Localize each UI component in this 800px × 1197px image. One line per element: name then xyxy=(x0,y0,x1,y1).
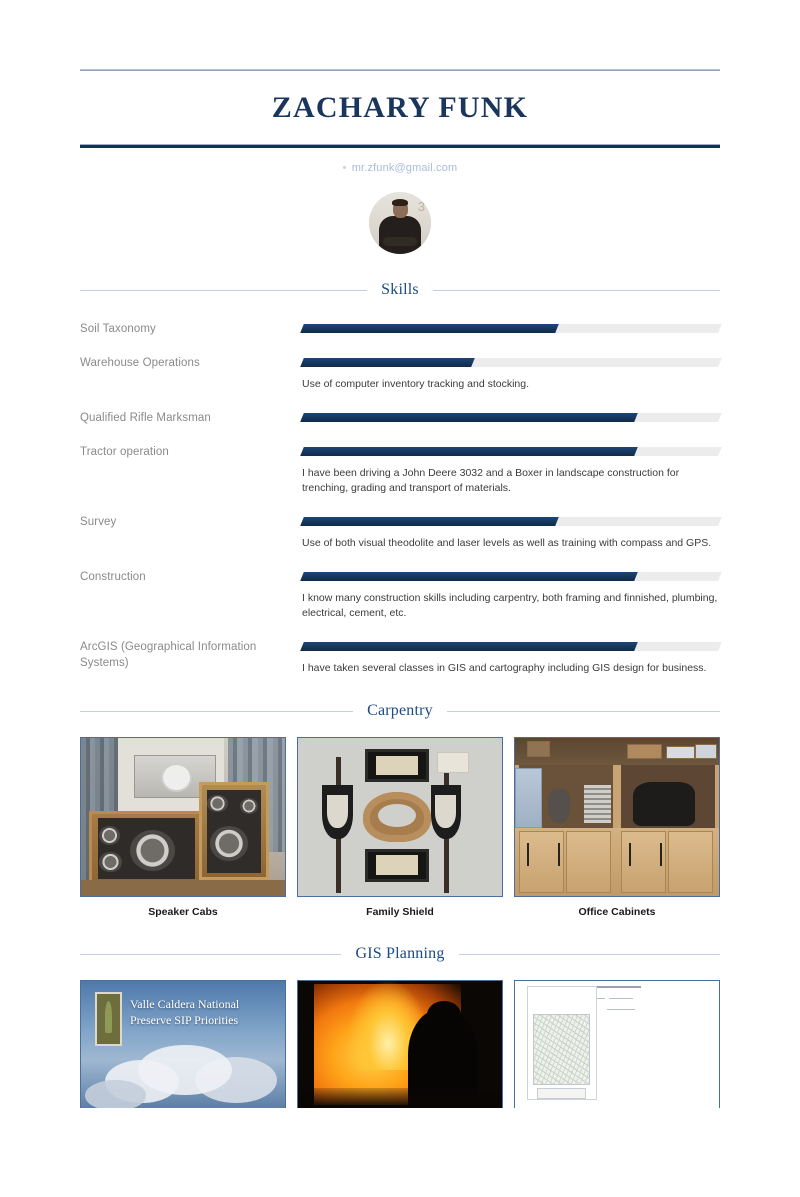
divider-line-right xyxy=(458,953,721,955)
avatar-hair xyxy=(392,199,408,206)
section-header-gis: GIS Planning xyxy=(80,945,721,963)
contact-row: mr.zfunk@gmail.com xyxy=(80,162,720,174)
skill-spacer xyxy=(80,337,720,353)
avatar-bg-number: 3 xyxy=(417,199,425,214)
gallery-item[interactable]: Speaker Cabs xyxy=(80,737,286,918)
skill-item: Tractor operation I have been driving a … xyxy=(80,442,722,496)
skill-item: Construction I know many construction sk… xyxy=(80,567,722,621)
skill-spacer xyxy=(80,496,720,512)
skill-bar-fill xyxy=(300,642,639,651)
avatar: 3 xyxy=(369,192,431,254)
skill-label: Soil Taxonomy xyxy=(80,323,156,335)
skill-bar-fill xyxy=(300,572,639,581)
resume-page: ZACHARY FUNK mr.zfunk@gmail.com 3 Skills… xyxy=(0,69,800,1197)
skill-description: I have taken several classes in GIS and … xyxy=(302,662,707,674)
wildfire-photo xyxy=(297,980,503,1108)
skill-bar-fill xyxy=(300,517,559,526)
gallery-item[interactable]: Family Shield xyxy=(297,737,503,918)
skill-level-bar xyxy=(300,358,722,367)
skills-list: Soil Taxonomy Warehouse Operations Use o… xyxy=(80,319,722,676)
gallery-caption: Family Shield xyxy=(366,906,434,918)
gallery-item[interactable] xyxy=(297,980,503,1108)
speaker-cabinets-photo xyxy=(80,737,286,897)
divider-line-left xyxy=(80,953,342,955)
tree-emblem-icon xyxy=(95,992,122,1046)
skill-bar-fill xyxy=(300,413,639,422)
page-title: ZACHARY FUNK xyxy=(271,91,529,124)
skill-label: Construction xyxy=(80,571,146,583)
skill-label: Survey xyxy=(80,516,117,528)
skill-level-bar xyxy=(300,447,722,456)
gis-gallery: Valle Caldera National Preserve SIP Prio… xyxy=(80,980,720,1108)
family-shield-photo xyxy=(297,737,503,897)
office-cabinets-photo xyxy=(514,737,720,897)
gallery-caption: Speaker Cabs xyxy=(148,906,218,918)
skill-item: Qualified Rifle Marksman xyxy=(80,408,722,426)
avatar-torso xyxy=(379,216,421,254)
gallery-caption: Office Cabinets xyxy=(578,906,656,918)
skill-level-bar xyxy=(300,324,722,333)
skill-label: Qualified Rifle Marksman xyxy=(80,412,211,424)
header-rule-bottom xyxy=(80,144,720,148)
skill-description: Use of computer inventory tracking and s… xyxy=(302,378,530,390)
section-title: Skills xyxy=(381,281,419,298)
avatar-crossed-arms xyxy=(383,237,417,246)
skill-description: I have been driving a John Deere 3032 an… xyxy=(302,467,680,494)
gallery-item[interactable]: Valle Caldera National Preserve SIP Prio… xyxy=(80,980,286,1108)
header-rule-top xyxy=(80,69,720,71)
skill-label: ArcGIS (Geographical Information Systems… xyxy=(80,641,257,669)
resume-header: ZACHARY FUNK mr.zfunk@gmail.com xyxy=(0,69,800,174)
gis-map-document xyxy=(514,980,720,1108)
divider-line-left xyxy=(80,710,354,712)
carpentry-gallery: Speaker Cabs Family Shield Office Cabine… xyxy=(80,737,720,918)
divider-line-left xyxy=(80,289,368,291)
divider-line-right xyxy=(432,289,721,291)
section-header-skills: Skills xyxy=(80,281,721,299)
avatar-wrapper: 3 xyxy=(0,192,800,259)
skill-level-bar xyxy=(300,642,722,651)
section-title: Carpentry xyxy=(367,702,433,719)
skill-bar-fill xyxy=(300,358,476,367)
skill-label: Warehouse Operations xyxy=(80,357,200,369)
valle-caldera-title-slide: Valle Caldera National Preserve SIP Prio… xyxy=(80,980,286,1108)
skill-item: Warehouse Operations Use of computer inv… xyxy=(80,353,722,392)
email-text[interactable]: mr.zfunk@gmail.com xyxy=(352,162,458,174)
skill-bar-fill xyxy=(300,447,639,456)
divider-line-right xyxy=(446,710,720,712)
dot-bullet-icon xyxy=(342,165,346,169)
skill-level-bar xyxy=(300,517,722,526)
section-header-carpentry: Carpentry xyxy=(80,702,720,720)
skill-spacer xyxy=(80,621,720,637)
skill-item: ArcGIS (Geographical Information Systems… xyxy=(80,637,722,676)
skill-item: Survey Use of both visual theodolite and… xyxy=(80,512,722,551)
section-title: GIS Planning xyxy=(355,945,445,962)
skill-label: Tractor operation xyxy=(80,446,169,458)
skill-spacer xyxy=(80,551,720,567)
skill-description: I know many construction skills includin… xyxy=(302,592,718,619)
skill-spacer xyxy=(80,392,720,408)
gallery-item[interactable] xyxy=(514,980,720,1108)
skill-level-bar xyxy=(300,572,722,581)
slide-title: Valle Caldera National Preserve SIP Prio… xyxy=(129,997,240,1028)
skill-level-bar xyxy=(300,413,722,422)
skill-spacer xyxy=(80,426,720,442)
skill-bar-fill xyxy=(300,324,559,333)
gallery-item[interactable]: Office Cabinets xyxy=(514,737,720,918)
skill-item: Soil Taxonomy xyxy=(80,319,722,337)
skill-description: Use of both visual theodolite and laser … xyxy=(302,537,712,549)
